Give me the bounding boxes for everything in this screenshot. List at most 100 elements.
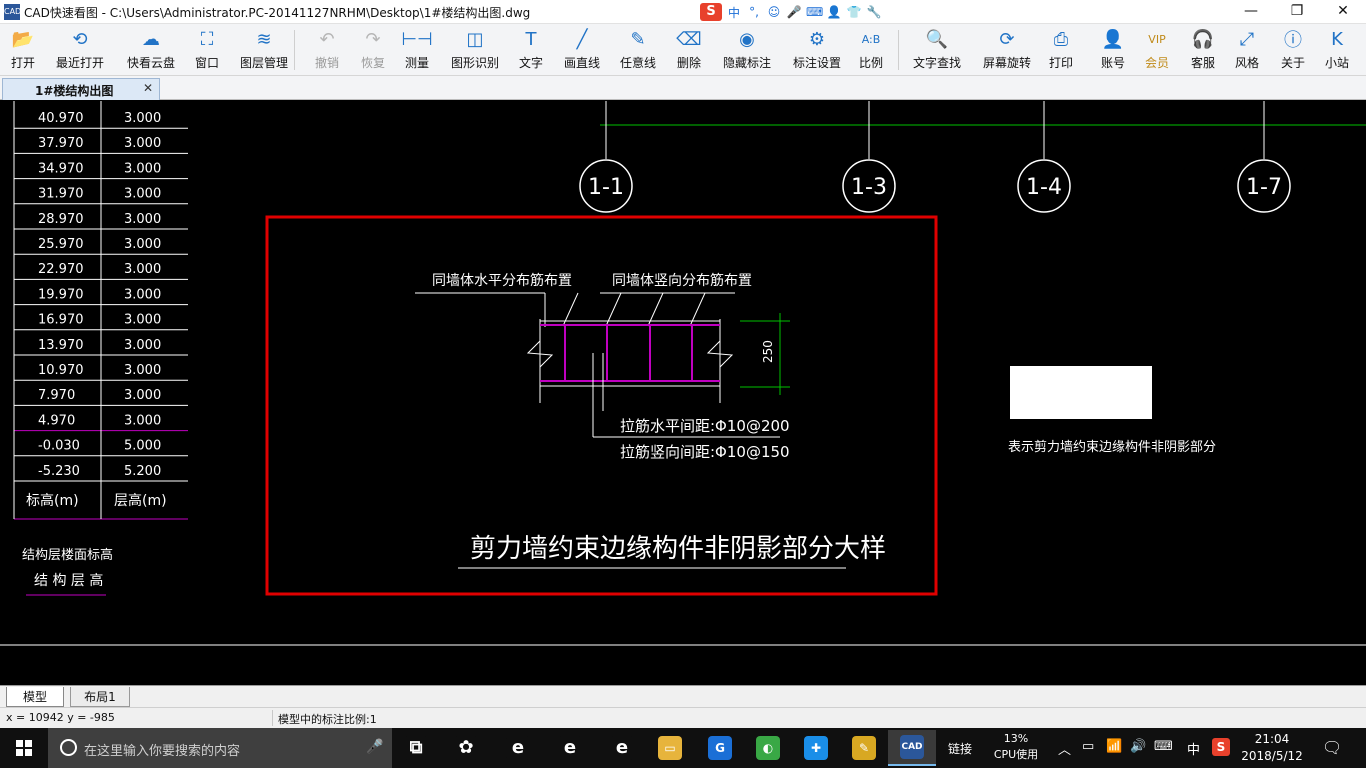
keyboard-icon[interactable]: ⌨ (806, 5, 823, 19)
volume-icon[interactable]: 🔊 (1130, 739, 1146, 754)
voice-icon[interactable]: 🎤 (786, 5, 802, 19)
dimension-text: 250 (761, 340, 775, 363)
undo-icon: ↶ (319, 28, 335, 50)
sogou-logo-icon[interactable]: S (700, 3, 722, 21)
network-icon[interactable]: 📶 (1106, 739, 1122, 754)
clock[interactable]: 21:04 2018/5/12 (1240, 731, 1304, 765)
toolbar-button-text[interactable]: T 文字 (514, 26, 548, 74)
taskbar-app-internet-explorer[interactable]: e (598, 730, 646, 766)
height-cell: 3.000 (124, 287, 161, 302)
toolbar-label: 恢复 (360, 56, 385, 70)
ime-punct-icon[interactable]: °, (746, 5, 762, 19)
taskbar-app-green-app[interactable]: ◐ (744, 730, 792, 766)
toolbar-button-scale[interactable]: A:B 比例 (854, 26, 888, 74)
axis-label: 1-7 (1246, 175, 1282, 200)
clock-date: 2018/5/12 (1241, 749, 1303, 763)
toolbar-button-user[interactable]: 👤 账号 (1096, 26, 1130, 74)
start-button[interactable] (0, 728, 48, 768)
pen-icon: ✎ (630, 28, 646, 50)
toolbar-button-rotate-screen[interactable]: ⟳ 屏幕旋转 (978, 26, 1036, 74)
toolbar-button-headset[interactable]: 🎧 客服 (1186, 26, 1220, 74)
tab-layout1[interactable]: 布局1 (70, 687, 130, 707)
toolbar-button-window[interactable]: ⛶ 窗口 (190, 26, 224, 74)
tools-icon[interactable]: 🔧 (866, 5, 882, 19)
height-cell: 3.000 (124, 212, 161, 227)
height-cell: 3.000 (124, 262, 161, 277)
redo-icon: ↷ (365, 28, 381, 50)
toolbar-button-style[interactable]: ⤢ 风格 (1230, 26, 1264, 74)
elevation-cell: 28.970 (38, 212, 84, 227)
tray-chevron-icon[interactable]: ︿ (1058, 739, 1071, 758)
skin-icon[interactable]: 👕 (846, 5, 862, 19)
tab-model[interactable]: 模型 (6, 687, 64, 707)
toolbar-button-info[interactable]: ⓘ 关于 (1276, 26, 1310, 74)
window-icon: ⛶ (200, 28, 214, 50)
notification-icon[interactable]: 🗨 (1322, 738, 1342, 757)
ime-toolbar[interactable]: S 中 °, ☺ 🎤 ⌨ 👤 👕 🔧 (700, 2, 908, 22)
toolbar-button-line[interactable]: ╱ 画直线 (560, 26, 604, 74)
toolbar-label: 小站 (1324, 56, 1349, 70)
taskbar-app-notes-app[interactable]: ✎ (840, 730, 888, 766)
printer-icon: ⎙ (1053, 28, 1069, 50)
keyboard-icon[interactable]: ⌨ (1154, 739, 1173, 754)
elevation-cell: 22.970 (38, 262, 84, 277)
toolbar-button-history[interactable]: ⟲ 最近打开 (52, 26, 108, 74)
tray-link-text[interactable]: 链接 (948, 740, 972, 757)
info-icon: ⓘ (1284, 30, 1302, 51)
elevation-cell: 7.970 (38, 388, 75, 403)
minimize-button[interactable]: — (1228, 0, 1274, 24)
taskbar-app-browser-360[interactable]: e (546, 730, 594, 766)
toolbar-button-ruler[interactable]: ⊢⊣ 测量 (400, 26, 434, 74)
height-cell: 3.000 (124, 187, 161, 202)
user-icon: 👤 (1101, 28, 1125, 50)
toolbar-button-eye-hide[interactable]: ◉ 隐藏标注 (718, 26, 776, 74)
axis-bubbles: 1-1 1-3 1-4 1-7 (579, 101, 1291, 213)
toolbar-button-k-logo[interactable]: K 小站 (1320, 26, 1354, 74)
cpu-usage[interactable]: 13% CPU使用 (990, 731, 1042, 763)
toolbar-button-folder-open[interactable]: 📂 打开 (8, 26, 38, 74)
maximize-button[interactable]: ❐ (1274, 0, 1320, 24)
height-cell: 3.000 (124, 237, 161, 252)
battery-icon[interactable]: ▭ (1082, 739, 1094, 754)
toolbar-button-pen[interactable]: ✎ 任意线 (616, 26, 660, 74)
height-cell: 5.000 (124, 439, 161, 454)
toolbar-button-vip[interactable]: VIP 会员 (1140, 26, 1174, 74)
legend-swatch (1010, 366, 1152, 419)
taskbar-app-cad-viewer[interactable]: CAD (888, 730, 936, 766)
elevation-cell: 19.970 (38, 287, 84, 302)
height-cell: 3.000 (124, 161, 161, 176)
toolbar-button-eraser[interactable]: ⌫ 删除 (672, 26, 706, 74)
edge-browser-icon: e (506, 736, 530, 760)
taskbar-app-pinwheel-app[interactable]: ✿ (442, 730, 490, 766)
drawing-canvas[interactable]: 40.970 3.000 37.970 3.000 34.970 3.000 31.970 3… (0, 101, 1366, 685)
table-caption-line2: 结 构 层 高 (34, 572, 103, 589)
eye-hide-icon: ◉ (739, 28, 755, 50)
toolbar-button-cloud[interactable]: ☁ 快看云盘 (122, 26, 180, 74)
taskbar-app-sogou-browser[interactable]: G (696, 730, 744, 766)
sogou-tray-icon[interactable]: S (1212, 738, 1230, 756)
close-button[interactable]: ✕ (1320, 0, 1366, 24)
taskbar-app-file-explorer[interactable]: ▭ (646, 730, 694, 766)
height-cell: 3.000 (124, 111, 161, 126)
text-icon: T (525, 28, 537, 50)
detail-title: 剪力墙约束边缘构件非阴影部分大样 (470, 534, 886, 564)
toolbar-button-search-text[interactable]: 🔍 文字查找 (908, 26, 966, 74)
toolbar-button-layers[interactable]: ≋ 图层管理 (236, 26, 292, 74)
toolbar-button-gear[interactable]: ⚙ 标注设置 (788, 26, 846, 74)
microphone-icon[interactable]: 🎤 (366, 739, 383, 755)
toolbar-button-printer[interactable]: ⎙ 打印 (1044, 26, 1078, 74)
ime-user-icon[interactable]: 👤 (826, 5, 842, 19)
ime-lang-toggle[interactable]: 中 (726, 4, 742, 21)
toolbar-button-redo[interactable]: ↷ 恢复 (356, 26, 390, 74)
emoji-icon[interactable]: ☺ (766, 5, 782, 19)
ime-indicator[interactable]: 中 (1187, 739, 1200, 758)
axis-label: 1-4 (1026, 175, 1062, 200)
document-tab[interactable]: 1#楼结构出图 ✕ (2, 78, 160, 100)
toolbar-button-undo[interactable]: ↶ 撤销 (310, 26, 344, 74)
close-tab-icon[interactable]: ✕ (143, 81, 153, 95)
taskbar-app-blue-plus-app[interactable]: ✚ (792, 730, 840, 766)
taskbar-search-box[interactable]: 在这里输入你要搜索的内容 🎤 (48, 728, 392, 768)
taskbar-app-task-view[interactable]: ⧉ (392, 730, 440, 766)
taskbar-app-edge-browser[interactable]: e (494, 730, 542, 766)
toolbar-button-shape-recognize[interactable]: ◫ 图形识别 (446, 26, 504, 74)
